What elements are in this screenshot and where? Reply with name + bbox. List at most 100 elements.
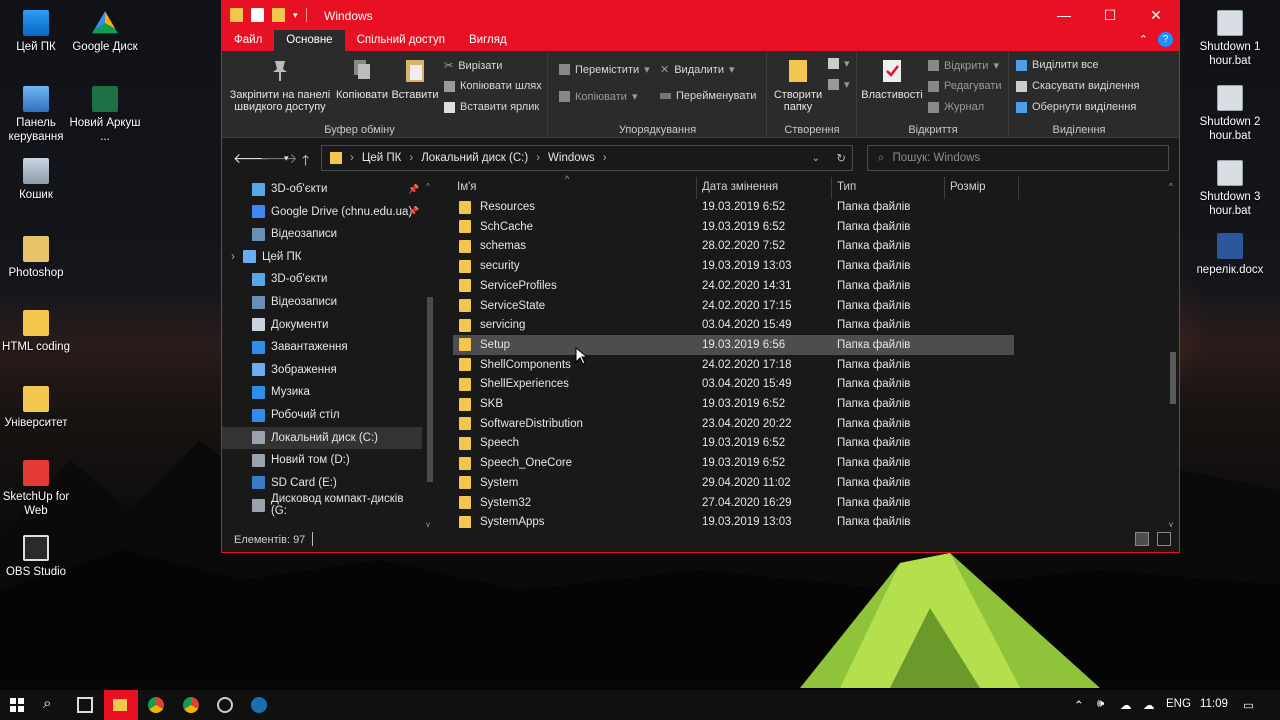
desktop-icon[interactable]: Університет (0, 386, 72, 430)
qat-dropdown-icon[interactable]: ▾ (293, 10, 298, 21)
copy-path-button[interactable]: Копіювати шлях (444, 80, 542, 92)
nav-item[interactable]: Документи (222, 314, 422, 336)
language-indicator[interactable]: ENG (1166, 698, 1191, 710)
file-row[interactable]: Speech 19.03.2019 6:52 Папка файлів (453, 433, 1014, 453)
paste-button[interactable]: Вставити (390, 57, 440, 101)
nav-item[interactable]: Новий том (D:) (222, 449, 422, 471)
copy-button[interactable]: Копіювати (334, 57, 390, 101)
maximize-button[interactable]: ☐ (1087, 1, 1133, 30)
nav-item[interactable]: Завантаження (222, 336, 422, 358)
nav-item[interactable]: SD Card (E:) (222, 472, 422, 494)
column-divider[interactable] (831, 177, 832, 199)
file-row[interactable]: SchCache 19.03.2019 6:52 Папка файлів (453, 217, 1014, 237)
recent-locations-icon[interactable]: ▾ (284, 153, 289, 164)
column-size[interactable]: Розмір (950, 181, 986, 193)
clock[interactable]: 11:09 (1200, 698, 1228, 710)
column-name[interactable]: Ім'я (457, 181, 477, 193)
desktop-icon[interactable]: Shutdown 1 hour.bat (1194, 10, 1266, 68)
desktop-icon[interactable]: SketchUp for Web (0, 460, 72, 518)
search-input[interactable]: ⌕ Пошук: Windows (867, 145, 1169, 171)
file-list-scrollbar[interactable]: ^ v (1167, 177, 1179, 529)
up-arrow-icon[interactable]: 🡑 (302, 150, 309, 174)
steam-icon[interactable] (251, 697, 267, 713)
column-type[interactable]: Тип (837, 181, 856, 193)
desktop-icon[interactable]: Google Диск (69, 10, 141, 54)
desktop-icon[interactable]: Photoshop (0, 236, 72, 280)
delete-button[interactable]: ✕ Видалити ▾ (660, 63, 735, 77)
desktop-icon[interactable]: Shutdown 3 hour.bat (1194, 160, 1266, 218)
nav-item[interactable]: › Цей ПК (222, 246, 422, 268)
file-explorer-window[interactable]: ▾ Windows — ☐ ✕ Файл Основне Спільний до… (221, 0, 1180, 553)
desktop-icon[interactable]: OBS Studio (0, 535, 72, 579)
chrome-icon[interactable] (148, 697, 164, 713)
tab-home[interactable]: Основне (274, 30, 345, 51)
collapse-ribbon-icon[interactable]: ⌃ (1139, 33, 1148, 46)
nav-item[interactable]: Дисковод компакт-дисків (G: (222, 493, 422, 517)
address-dropdown-icon[interactable]: ⌄ (812, 153, 820, 164)
nav-item[interactable]: 3D-об'єкти 📌 (222, 178, 422, 200)
help-icon[interactable]: ? (1158, 32, 1173, 47)
navigation-pane[interactable]: 3D-об'єкти 📌 Google Drive (chnu.edu.ua) 📌 Ві… (222, 177, 437, 529)
desktop-icon[interactable]: Новий Аркуш ... (69, 86, 141, 144)
close-button[interactable]: ✕ (1133, 1, 1179, 30)
invert-selection-button[interactable]: Обернути виділення (1016, 101, 1136, 113)
windows-start-icon[interactable] (9, 697, 25, 713)
cloud-icon[interactable]: ☁ (1143, 698, 1155, 712)
file-row[interactable]: ShellExperiences 03.04.2020 15:49 Папка фа… (453, 374, 1014, 394)
file-row[interactable]: System32 27.04.2020 16:29 Папка файлів (453, 493, 1014, 513)
desktop-icon[interactable]: перелік.docx (1194, 233, 1266, 277)
easy-access-button[interactable]: ▾ (828, 78, 850, 91)
file-row[interactable]: Resources 19.03.2019 6:52 Папка файлів (453, 197, 1014, 217)
nav-item[interactable]: Робочий стіл (222, 404, 422, 426)
nav-item[interactable]: 3D-об'єкти (222, 268, 422, 290)
desktop-icon[interactable]: Цей ПК (0, 10, 72, 54)
copy-to-button[interactable]: Копіювати ▾ (559, 90, 638, 103)
nav-item[interactable]: Відеозаписи (222, 223, 422, 245)
file-row[interactable]: security 19.03.2019 13:03 Папка файлів (453, 256, 1014, 276)
chevron-up-icon[interactable]: ⌃ (1074, 698, 1084, 712)
file-row[interactable]: ServiceProfiles 24.02.2020 14:31 Папка фай… (453, 276, 1014, 296)
notifications-icon[interactable]: ▭ (1243, 698, 1254, 712)
desktop-icon[interactable]: Панель керування (0, 86, 72, 144)
new-folder-button[interactable]: Створити папку (770, 57, 826, 113)
nav-item[interactable]: Google Drive (chnu.edu.ua) 📌 (222, 201, 422, 223)
refresh-icon[interactable]: ↻ (836, 151, 846, 165)
forward-arrow-icon[interactable]: 🡒 (260, 150, 298, 167)
file-row[interactable]: SoftwareDistribution 23.04.2020 20:22 Папк… (453, 414, 1014, 434)
obs-icon[interactable] (217, 697, 233, 713)
edit-button[interactable]: Редагувати (928, 80, 1002, 92)
new-item-button[interactable]: ▾ (828, 57, 850, 70)
file-row[interactable]: SKB 19.03.2019 6:52 Папка файлів (453, 394, 1014, 414)
breadcrumb-local-disk[interactable]: Локальний диск (C:) (421, 152, 528, 164)
select-all-button[interactable]: Виділити все (1016, 59, 1098, 71)
file-row[interactable]: Setup 19.03.2019 6:56 Папка файлів (453, 334, 1014, 355)
desktop-icon[interactable]: HTML coding (0, 310, 72, 354)
desktop-icon[interactable]: Кошик (0, 158, 72, 202)
search-icon[interactable]: ⌕ (43, 695, 59, 712)
address-bar[interactable]: › Цей ПК › Локальний диск (C:) › Windows… (321, 145, 853, 171)
properties-button[interactable]: Властивості (860, 57, 924, 101)
large-icons-view-icon[interactable] (1157, 532, 1171, 546)
title-bar[interactable]: ▾ Windows — ☐ ✕ (222, 1, 1179, 30)
column-divider[interactable] (696, 177, 697, 199)
column-divider[interactable] (944, 177, 945, 199)
select-none-button[interactable]: Скасувати виділення (1016, 80, 1139, 92)
pin-button[interactable]: Закріпити на панелі швидкого доступу (226, 57, 334, 113)
file-list[interactable]: ^ Ім'я Дата змінення Тип Розмір Resource… (444, 174, 1179, 529)
volume-icon[interactable]: 🕪 (1097, 698, 1104, 711)
properties-icon[interactable] (251, 8, 264, 22)
nav-item[interactable]: Локальний диск (C:) (222, 426, 422, 449)
tab-share[interactable]: Спільний доступ (345, 30, 457, 51)
file-row[interactable]: schemas 28.02.2020 7:52 Папка файлів (453, 236, 1014, 256)
minimize-button[interactable]: — (1041, 1, 1087, 30)
column-divider[interactable] (1018, 177, 1019, 199)
tab-view[interactable]: Вигляд (457, 30, 519, 51)
task-view-icon[interactable] (77, 697, 93, 713)
tab-file[interactable]: Файл (222, 30, 275, 51)
file-row[interactable]: ShellComponents 24.02.2020 17:18 Папка фай… (453, 355, 1014, 375)
nav-item[interactable]: Музика (222, 381, 422, 403)
details-view-icon[interactable] (1135, 532, 1149, 546)
file-row[interactable]: System 29.04.2020 11:02 Папка файлів (453, 473, 1014, 493)
history-button[interactable]: Журнал (928, 101, 984, 113)
breadcrumb-windows[interactable]: Windows (548, 152, 595, 164)
